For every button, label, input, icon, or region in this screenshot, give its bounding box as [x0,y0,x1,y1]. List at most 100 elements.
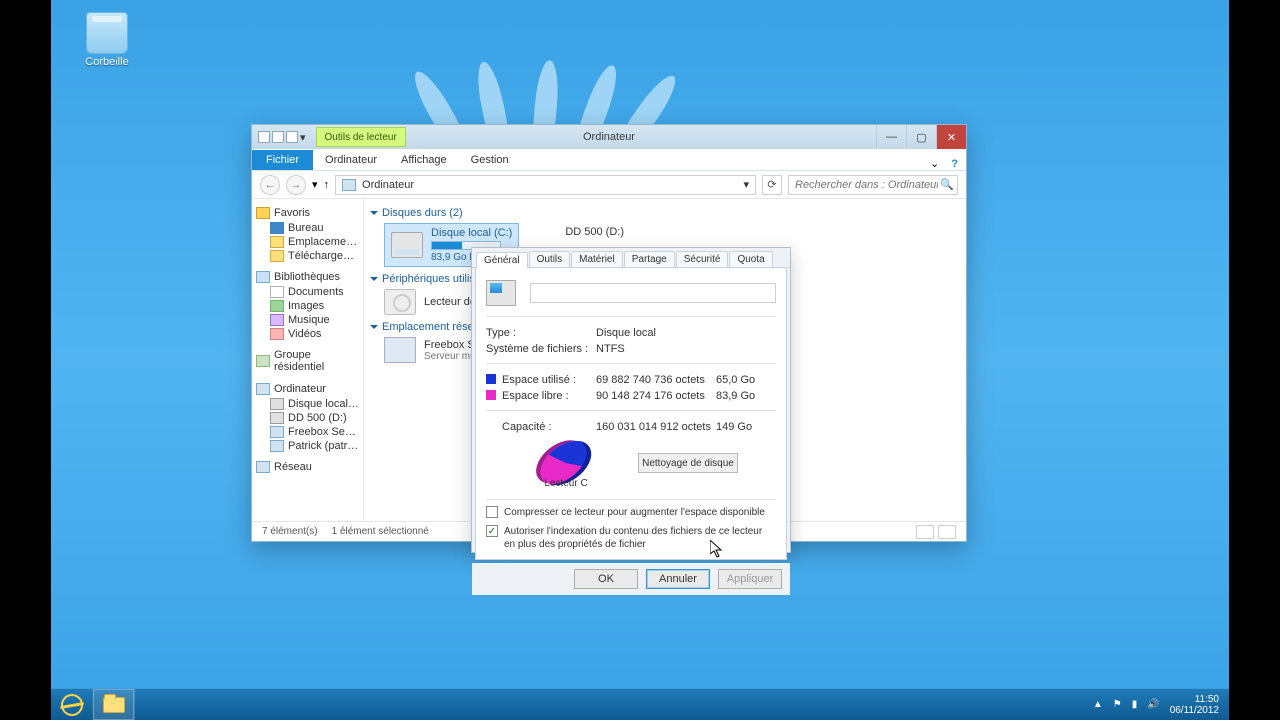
nav-bar: ← → ▾ ↑ Ordinateur ▾ ⟳ 🔍 [252,171,966,199]
tree-item[interactable]: Vidéos [288,328,321,340]
ribbon-collapse-icon[interactable]: ⌄ [926,157,943,170]
optical-drive-icon [384,289,416,315]
close-button[interactable]: ✕ [936,125,966,149]
label-capacity: Capacité : [486,421,596,433]
search-box[interactable]: 🔍 [788,175,958,195]
desktop[interactable]: Corbeille ▾ Outils de lecteur Ordinateur… [51,0,1229,720]
value-free-gb: 83,9 Go [716,390,776,402]
drive-properties-dialog: Général Outils Matériel Partage Sécurité… [471,247,791,553]
search-input[interactable] [793,178,940,192]
tab-tools[interactable]: Outils [529,251,571,267]
view-details-button[interactable] [916,525,934,539]
view-thumbnails-button[interactable] [938,525,956,539]
tab-general[interactable]: Général [476,252,528,268]
folder-icon [270,250,284,262]
server-icon [270,426,284,438]
media-server-icon [384,337,416,363]
tree-item[interactable]: Images [288,300,324,312]
titlebar[interactable]: ▾ Outils de lecteur Ordinateur — ▢ ✕ [252,125,966,149]
label-filesystem: Système de fichiers : [486,343,596,355]
tree-item[interactable]: Patrick (patrick-tosh [288,440,359,452]
tree-network[interactable]: Réseau [274,461,312,473]
tray-flag-icon[interactable]: ⚑ [1113,699,1122,710]
taskbar[interactable]: ▲ ⚑ ▮ 🔊 11:50 06/11/2012 [51,688,1229,720]
label-free: Espace libre : [502,390,569,402]
tree-favorites[interactable]: Favoris [274,207,310,219]
qat-properties-icon[interactable] [272,131,284,143]
back-button[interactable]: ← [260,175,280,195]
cancel-button[interactable]: Annuler [646,569,710,589]
tree-item[interactable]: Documents [288,286,344,298]
pie-label: Lecteur C [524,478,608,489]
qat-dropdown-icon[interactable]: ▾ [300,131,306,144]
up-button[interactable]: ↑ [324,179,330,191]
tree-item[interactable]: DD 500 (D:) [288,412,347,424]
system-tray[interactable]: ▲ ⚑ ▮ 🔊 11:50 06/11/2012 [1083,694,1229,716]
qat-newfolder-icon[interactable] [286,131,298,143]
network-icon [256,461,270,473]
value-capacity-bytes: 160 031 014 912 octets [596,421,716,433]
tree-item[interactable]: Freebox Server [288,426,359,438]
recent-dropdown-icon[interactable]: ▾ [312,178,318,191]
minimize-button[interactable]: — [876,125,906,149]
status-selection: 1 élément sélectionné [332,526,429,537]
tree-item[interactable]: Bureau [288,222,323,234]
tab-hardware[interactable]: Matériel [571,251,623,267]
taskbar-ie[interactable] [51,689,93,720]
value-capacity-gb: 149 Go [716,421,776,433]
tab-sharing[interactable]: Partage [624,251,675,267]
recycle-bin-label: Corbeille [77,56,137,68]
search-icon[interactable]: 🔍 [940,178,954,191]
apply-button[interactable]: Appliquer [718,569,782,589]
tray-volume-icon[interactable]: 🔊 [1147,699,1159,710]
compress-label: Compresser ce lecteur pour augmenter l'e… [504,506,765,519]
legend-used-swatch [486,374,496,384]
clock-time: 11:50 [1170,694,1219,705]
compress-checkbox[interactable] [486,506,498,518]
value-type: Disque local [596,327,656,339]
label-used: Espace utilisé : [502,374,576,386]
value-filesystem: NTFS [596,343,625,355]
ribbon-file[interactable]: Fichier [252,150,313,170]
status-count: 7 élément(s) [262,526,318,537]
refresh-button[interactable]: ⟳ [762,175,782,195]
value-used-bytes: 69 882 740 736 octets [596,374,716,386]
tree-computer[interactable]: Ordinateur [274,383,326,395]
tree-item[interactable]: Emplacements récen [288,236,359,248]
tree-item[interactable]: Musique [288,314,330,326]
chevron-down-icon [370,211,378,215]
context-tab[interactable]: Outils de lecteur [316,127,406,147]
ribbon-tab-manage[interactable]: Gestion [459,150,521,170]
folder-icon [270,236,284,248]
disk-cleanup-button[interactable]: Nettoyage de disque [638,453,738,473]
document-icon [270,286,284,298]
address-dropdown-icon[interactable]: ▾ [743,178,749,191]
forward-button[interactable]: → [286,175,306,195]
tray-network-icon[interactable]: ▮ [1132,699,1138,710]
tree-item[interactable]: Téléchargements [288,250,359,262]
tab-quota[interactable]: Quota [729,251,772,267]
desktop-icon [270,222,284,234]
indexing-checkbox[interactable]: ✓ [486,525,498,537]
recycle-bin[interactable]: Corbeille [77,12,137,68]
ok-button[interactable]: OK [574,569,638,589]
drive-icon [270,412,284,424]
taskbar-clock[interactable]: 11:50 06/11/2012 [1170,694,1219,716]
maximize-button[interactable]: ▢ [906,125,936,149]
nav-tree[interactable]: Favoris Bureau Emplacements récen Téléch… [252,199,364,521]
tab-security[interactable]: Sécurité [676,251,729,267]
address-bar[interactable]: Ordinateur ▾ [335,175,756,195]
computer-icon [342,179,356,191]
ribbon-tab-view[interactable]: Affichage [389,150,459,170]
tree-libraries[interactable]: Bibliothèques [274,271,340,283]
category-hdd[interactable]: Disques durs (2) [372,207,958,219]
taskbar-explorer[interactable] [93,689,135,720]
drive-name-input[interactable] [530,283,776,303]
ribbon-tab-computer[interactable]: Ordinateur [313,150,389,170]
tray-chevron-icon[interactable]: ▲ [1093,699,1103,710]
drive-d[interactable]: DD 500 (D:) [559,223,630,241]
help-icon[interactable]: ? [943,158,966,170]
tree-item[interactable]: Disque local (C:) [288,398,359,410]
app-icon [258,131,270,143]
tree-homegroup[interactable]: Groupe résidentiel [274,349,359,373]
